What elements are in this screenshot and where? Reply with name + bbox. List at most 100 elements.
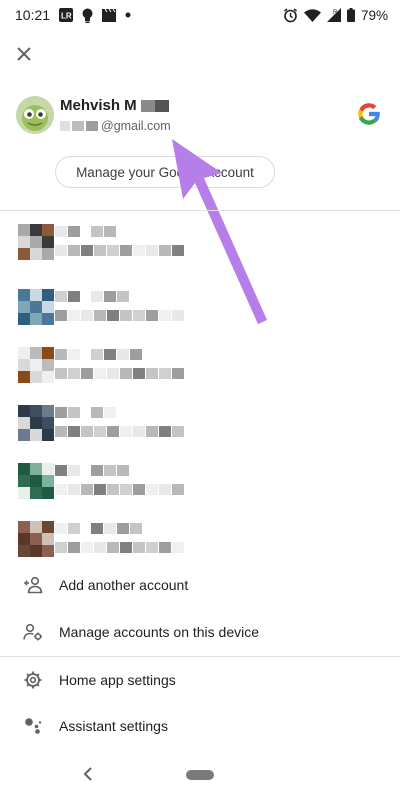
redacted-pixel [130, 349, 142, 360]
battery-percent: 79% [360, 7, 388, 23]
redacted-block [154, 99, 169, 112]
close-button[interactable] [10, 40, 38, 68]
menu-label: Assistant settings [59, 718, 168, 734]
redacted-pixel [55, 465, 67, 476]
redacted-pixel [42, 521, 54, 533]
redacted-pixel [18, 224, 30, 236]
assistant-settings-item[interactable]: Assistant settings [0, 703, 400, 749]
redacted-pixel [30, 371, 42, 383]
redacted-pixel [68, 426, 80, 437]
redacted-pixel [146, 245, 158, 256]
redacted-pixel [30, 236, 42, 248]
redacted-pixel [159, 426, 171, 437]
redacted-pixel [159, 368, 171, 379]
redacted-pixel [42, 417, 54, 429]
other-account-row[interactable] [0, 399, 400, 457]
redacted-pixel [133, 310, 145, 321]
redacted-pixel [94, 426, 106, 437]
status-time: 10:21 [15, 7, 51, 23]
svg-text:R: R [333, 10, 338, 16]
redacted-pixel [107, 310, 119, 321]
redacted-pixel [107, 426, 119, 437]
redacted-pixel [120, 484, 132, 495]
redacted-pixel [159, 310, 171, 321]
redacted-pixel [146, 368, 158, 379]
redacted-pixel [42, 289, 54, 301]
redacted-pixel [68, 407, 80, 418]
system-nav-bar [0, 750, 400, 799]
svg-text:LR: LR [61, 12, 72, 21]
redacted-pixel [117, 291, 129, 302]
redacted-pixel [117, 349, 129, 360]
redacted-pixel [91, 407, 103, 418]
redacted-pixel [55, 368, 67, 379]
redacted-pixel [30, 248, 42, 260]
other-account-row[interactable] [0, 283, 400, 341]
redacted-pixel [146, 542, 158, 553]
dot-icon [125, 12, 131, 18]
google-logo-icon [355, 100, 383, 128]
redacted-pixel [107, 484, 119, 495]
redacted-pixel [146, 426, 158, 437]
redacted-block [86, 121, 98, 131]
redacted-pixel [30, 521, 42, 533]
redacted-pixel [172, 368, 184, 379]
account-name-text: Mehvish M [60, 97, 137, 114]
redacted-pixel [42, 313, 54, 325]
redacted-pixel [68, 465, 80, 476]
redacted-pixel [18, 347, 30, 359]
redacted-pixel [104, 407, 116, 418]
redacted-pixel [42, 545, 54, 557]
redacted-block [140, 99, 155, 112]
redacted-pixel [30, 487, 42, 499]
redacted-pixel [18, 463, 30, 475]
redacted-pixel [30, 301, 42, 313]
signal-icon: R [326, 8, 341, 22]
redacted-pixel [68, 523, 80, 534]
redacted-pixel [18, 236, 30, 248]
redacted-pixel [133, 484, 145, 495]
other-account-row[interactable] [0, 218, 400, 276]
redacted-pixel [120, 310, 132, 321]
add-another-account-item[interactable]: Add another account [0, 562, 400, 608]
redacted-pixel [68, 542, 80, 553]
redacted-pixel [42, 301, 54, 313]
status-left: 10:21 LR [15, 7, 131, 23]
redacted-pixel [81, 542, 93, 553]
redacted-pixel [18, 359, 30, 371]
redacted-pixel [91, 465, 103, 476]
redacted-pixel [94, 368, 106, 379]
avatar[interactable] [16, 96, 54, 134]
redacted-pixel [94, 542, 106, 553]
divider [0, 210, 400, 211]
other-account-row[interactable] [0, 457, 400, 515]
back-button[interactable] [78, 764, 98, 784]
redacted-pixel [18, 289, 30, 301]
redacted-pixel [42, 236, 54, 248]
redacted-pixel [133, 368, 145, 379]
lr-icon: LR [59, 8, 74, 22]
redacted-pixel [68, 349, 80, 360]
other-account-row[interactable] [0, 341, 400, 399]
home-app-settings-item[interactable]: Home app settings [0, 657, 400, 703]
redacted-pixel [172, 426, 184, 437]
redacted-pixel [94, 245, 106, 256]
add-person-icon [22, 574, 44, 596]
redacted-pixel [30, 475, 42, 487]
redacted-pixel [68, 310, 80, 321]
redacted-pixel [91, 291, 103, 302]
manage-accounts-item[interactable]: Manage accounts on this device [0, 609, 400, 655]
redacted-pixel [104, 465, 116, 476]
redacted-pixel [18, 545, 30, 557]
redacted-pixel [55, 349, 67, 360]
redacted-pixel [117, 523, 129, 534]
redacted-pixel [81, 426, 93, 437]
assistant-icon [22, 715, 44, 737]
redacted-pixel [104, 349, 116, 360]
redacted-pixel [172, 310, 184, 321]
home-button[interactable] [186, 770, 214, 780]
redacted-pixel [91, 523, 103, 534]
redacted-pixel [107, 245, 119, 256]
redacted-pixel [55, 226, 67, 237]
manage-google-account-button[interactable]: Manage your Google Account [55, 156, 275, 188]
